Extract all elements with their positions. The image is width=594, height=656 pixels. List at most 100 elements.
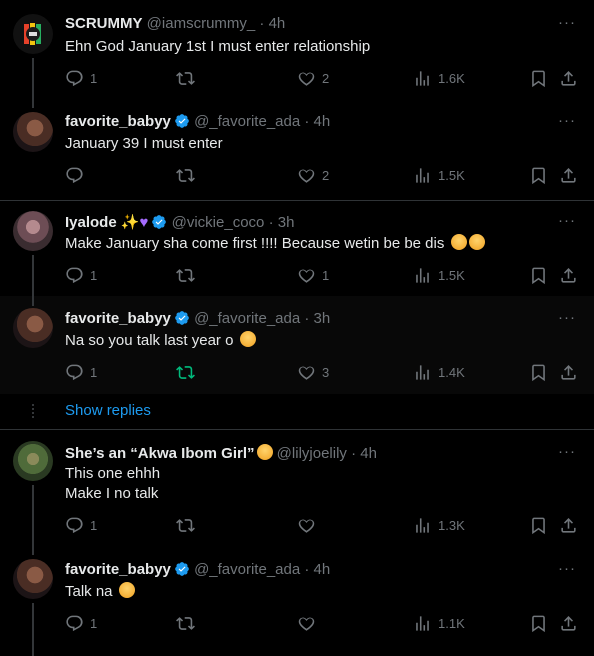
timestamp[interactable]: · 3h [304,310,330,327]
analytics-icon [413,516,432,535]
like-button[interactable]: 1 [297,266,329,285]
share-button[interactable] [559,516,578,535]
retweet-icon [176,69,195,88]
retweet-button[interactable] [176,614,201,633]
views-button[interactable]: 1.5K [413,166,465,185]
reply-button[interactable]: 1 [65,363,97,382]
reply-button[interactable]: 1 [65,266,97,285]
timestamp[interactable]: · 4h [304,113,330,130]
views-button[interactable]: 1.3K [413,516,465,535]
like-button[interactable]: 2 [297,69,329,88]
reply-tweet[interactable]: favorite_babyy @_favorite_ada · 3h ··· N… [0,296,594,394]
username[interactable]: @iamscrummy_ [147,15,256,32]
retweet-button[interactable] [176,69,201,88]
reply-button[interactable]: 1 [65,69,97,88]
timestamp[interactable]: · 4h [304,561,330,578]
more-options-icon[interactable]: ··· [558,212,576,229]
reply-icon [65,166,84,185]
thread-line [32,255,34,296]
tweet-text: Make January sha come first !!!! Because… [65,235,445,252]
tweet-actions: 1 1.1K [65,614,585,634]
view-count: 1.6K [438,71,465,86]
more-options-icon[interactable]: ··· [558,443,576,460]
share-button[interactable] [559,614,578,633]
bookmark-button[interactable] [529,69,548,88]
heart-icon [297,614,316,633]
thread-line [32,58,34,96]
username[interactable]: @_favorite_ada [194,310,300,327]
verified-badge-icon [151,214,167,230]
username[interactable]: @lilyjoelily [277,445,347,462]
timestamp[interactable]: · 4h [259,15,285,32]
views-button[interactable]: 1.4K [413,363,465,382]
reply-count: 1 [90,365,98,380]
retweet-button[interactable] [176,266,201,285]
avatar[interactable] [13,112,53,152]
avatar[interactable] [13,308,53,348]
reply-tweet[interactable]: She’s an “Akwa Ibom Girl” @lilyjoelily ·… [0,430,594,543]
username[interactable]: @_favorite_ada [194,561,300,578]
like-count: 2 [322,71,330,86]
view-count: 1.3K [438,518,465,533]
more-options-icon[interactable]: ··· [558,112,576,129]
like-button[interactable]: 2 [297,166,329,185]
reply-count: 1 [90,518,98,533]
display-name[interactable]: She’s an “Akwa Ibom Girl” [65,445,255,462]
share-button[interactable] [559,266,578,285]
reply-tweet[interactable]: favorite_babyy @_favorite_ada · 4h ··· T… [0,543,594,656]
reply-tweet[interactable]: Iyalode ✨♥ @vickie_coco · 3h ··· Make Ja… [0,201,594,296]
timestamp[interactable]: · 3h [269,214,295,231]
thread-line [32,543,34,555]
username[interactable]: @_favorite_ada [194,113,300,130]
display-name[interactable]: Iyalode [65,214,117,231]
more-options-icon[interactable]: ··· [558,14,576,31]
share-icon [559,516,578,535]
display-name[interactable]: SCRUMMY [65,15,143,32]
tweet-actions: 1 1.3K [65,516,585,536]
display-name[interactable]: favorite_babyy [65,113,171,130]
bookmark-button[interactable] [529,614,548,633]
avatar[interactable] [13,441,53,481]
heart-icon [297,266,316,285]
bookmark-button[interactable] [529,363,548,382]
display-name[interactable]: favorite_babyy [65,310,171,327]
views-button[interactable]: 1.1K [413,614,465,633]
retweet-button[interactable] [176,166,201,185]
retweet-button[interactable] [176,516,201,535]
share-button[interactable] [559,363,578,382]
reply-button[interactable]: 1 [65,614,97,633]
like-button[interactable] [297,614,322,633]
like-count: 1 [322,268,330,283]
like-count: 3 [322,365,330,380]
more-options-icon[interactable]: ··· [558,560,576,577]
thread-line [32,296,34,306]
tweet-header: favorite_babyy @_favorite_ada · 3h [65,310,330,327]
timestamp[interactable]: · 4h [351,445,377,462]
views-button[interactable]: 1.6K [413,69,465,88]
reply-tweet[interactable]: favorite_babyy @_favorite_ada · 4h ··· J… [0,96,594,200]
reply-tweet[interactable]: SCRUMMY @iamscrummy_ · 4h ··· Ehn God Ja… [0,0,594,96]
reply-button[interactable] [65,166,90,185]
retweet-button[interactable] [176,363,201,382]
display-name[interactable]: favorite_babyy [65,561,171,578]
like-button[interactable] [297,516,322,535]
share-button[interactable] [559,69,578,88]
bookmark-icon [529,266,548,285]
avatar[interactable] [13,211,53,251]
tweet-text: January 39 I must enter [65,135,223,152]
views-button[interactable]: 1.5K [413,266,465,285]
reply-button[interactable]: 1 [65,516,97,535]
avatar[interactable] [13,14,53,54]
tweet-header: favorite_babyy @_favorite_ada · 4h [65,561,330,578]
bookmark-button[interactable] [529,266,548,285]
show-replies-link[interactable]: Show replies [65,402,151,419]
bookmark-button[interactable] [529,166,548,185]
more-options-icon[interactable]: ··· [558,309,576,326]
analytics-icon [413,614,432,633]
share-button[interactable] [559,166,578,185]
bookmark-icon [529,516,548,535]
bookmark-button[interactable] [529,516,548,535]
like-button[interactable]: 3 [297,363,329,382]
avatar[interactable] [13,559,53,599]
username[interactable]: @vickie_coco [172,214,265,231]
